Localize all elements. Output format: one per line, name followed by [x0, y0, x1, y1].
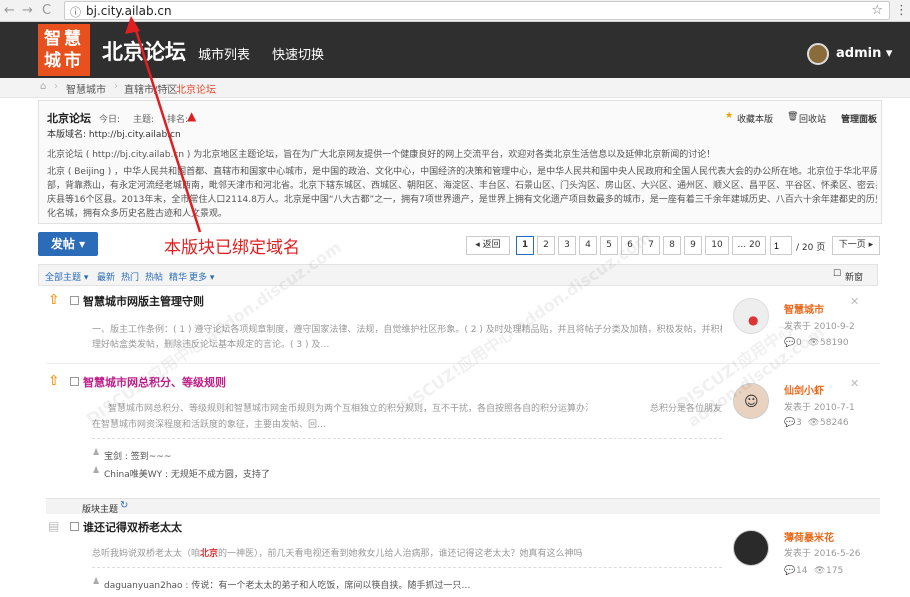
forum-info: 北京论坛 今日: 主题: 排名: ▲ 本版域名: http://bj.city.… — [38, 100, 882, 224]
view-icon: 👁 — [814, 566, 826, 576]
page-input[interactable] — [770, 236, 792, 255]
reload-icon[interactable]: C — [42, 3, 51, 18]
face-icon: ☺ — [744, 394, 759, 410]
nav-quick-switch[interactable]: 快速切换 — [272, 44, 324, 63]
reply-icon: 💬 — [784, 418, 796, 428]
thread-excerpt: 在智慧城市网资深程度和活跃度的象征，主要由发帖、回… — [92, 420, 327, 430]
forum-desc-2a: 北京 ( Beijing ) ，中华人民共和国首都、直辖市和国家中心城市，是中国… — [47, 167, 877, 177]
logo-line-2: 城市 — [44, 51, 84, 71]
forward-icon[interactable]: → — [22, 3, 33, 18]
home-icon[interactable]: ⌂ — [40, 81, 46, 92]
recent-reply[interactable]: daguanyuan2hao : 传说：有一个老太太的弟子和人吃饭，席间以筷自挟… — [104, 578, 470, 591]
thread-icon: ▤ — [48, 519, 60, 533]
refresh-icon[interactable]: ↻ — [120, 500, 128, 511]
browser-toolbar: ← → C ⓘ bj.city.ailab.cn ☆ ⋮ — [0, 0, 910, 22]
url-text[interactable]: bj.city.ailab.cn — [86, 4, 172, 18]
view-count: 58246 — [820, 418, 849, 428]
page-link[interactable]: 9 — [684, 236, 702, 255]
thread-checkbox[interactable] — [70, 296, 79, 305]
author-avatar[interactable] — [733, 530, 769, 566]
close-icon[interactable]: ✕ — [850, 377, 859, 390]
page-link[interactable]: 8 — [663, 236, 681, 255]
user-menu[interactable]: admin ▾ — [836, 46, 892, 61]
filter-hot-posts[interactable]: 热帖 — [145, 270, 163, 283]
username: admin — [836, 46, 882, 61]
site-header: 智慧 城市 北京论坛 城市列表 快速切换 admin ▾ — [0, 22, 910, 78]
breadcrumb: ⌂ › 智慧城市 › 直辖市/特区 › 北京论坛 — [0, 78, 910, 98]
view-icon: 👁 — [808, 418, 820, 428]
thread-checkbox[interactable] — [70, 522, 79, 531]
reply-icon: 💬 — [784, 566, 796, 576]
site-title[interactable]: 北京论坛 — [102, 36, 186, 66]
forum-domain: 本版域名: http://bj.city.ailab.cn — [47, 130, 181, 140]
user-icon: ♟ — [92, 448, 101, 458]
star-icon: ★ — [725, 111, 734, 121]
user-avatar[interactable] — [807, 43, 829, 65]
forum-desc-2c: 庆县等16个区县。2013年末，全市常住人口2114.8万人。北京是中国“八大古… — [47, 195, 877, 205]
thread-checkbox[interactable] — [70, 377, 79, 386]
info-icon[interactable]: ⓘ — [70, 4, 81, 20]
sticky-icon: ⇧ — [48, 373, 60, 389]
breadcrumb-item[interactable]: 智慧城市 — [66, 81, 106, 96]
page-total: / 20 页 — [796, 243, 826, 253]
nav-city-list[interactable]: 城市列表 — [198, 44, 250, 63]
thread-title[interactable]: 智慧城市网版主管理守则 — [83, 293, 204, 309]
page-link[interactable]: 3 — [558, 236, 576, 255]
site-logo[interactable]: 智慧 城市 — [38, 24, 90, 76]
forum-desc-1: 北京论坛 ( http://bj.city.ailab.cn ) 为北京地区主题… — [47, 150, 716, 160]
thread-filter-bar: 全部主题 ▾ 最新 热门 热帖 精华 更多 ▾ ☐ 新窗 — [38, 264, 878, 286]
filter-hot[interactable]: 热门 — [121, 270, 139, 283]
favorite-forum[interactable]: 收藏本版 — [737, 112, 773, 125]
bound-domain-note: 本版块已绑定域名 — [164, 238, 300, 258]
section-header: 版块主题 ↻ — [46, 498, 880, 515]
thread-excerpt: 总听我妈说双桥老太太（咱北京的一神医），前几天看电视还看到她救女儿给人治病那，谁… — [92, 549, 583, 559]
user-icon: ♟ — [92, 466, 101, 476]
view-count: 175 — [826, 566, 844, 576]
page-back[interactable]: ◂ 返回 — [466, 236, 510, 255]
divider — [92, 567, 722, 568]
sticky-icon: ⇧ — [48, 292, 60, 308]
page-link[interactable]: 10 — [705, 236, 729, 255]
admin-panel[interactable]: 管理面板 — [841, 112, 877, 125]
recent-reply[interactable]: China唯美WY : 无规矩不成方圆，支持了 — [104, 467, 270, 480]
reply-count: 14 — [796, 566, 808, 576]
thread-date: 发表于 2016-5-26 — [784, 549, 861, 559]
divider — [92, 438, 722, 439]
user-icon: ♟ — [92, 577, 101, 587]
location-pin-icon: ● — [748, 313, 759, 327]
back-icon[interactable]: ← — [4, 3, 15, 18]
forum-desc-2d: 化名城，拥有众多历史名胜古迹和人文景观。 — [47, 209, 228, 219]
thread-excerpt: 智慧城市网总积分、等级规则和智慧城市网金币规则为两个互相独立的积分规则，互不干扰… — [108, 404, 588, 414]
address-bar[interactable]: ⓘ bj.city.ailab.cn ☆ — [64, 1, 890, 20]
logo-line-1: 智慧 — [44, 29, 84, 49]
filter-all[interactable]: 全部主题 ▾ — [45, 270, 88, 283]
forum-desc-2b: 部，背靠燕山，有永定河流经老城西南，毗邻天津市和河北省。北京下辖东城区、西城区、… — [47, 181, 877, 191]
filter-latest[interactable]: 最新 — [97, 270, 115, 283]
thread-title[interactable]: 谁还记得双桥老太太 — [83, 519, 182, 535]
thread-author[interactable]: 仙剑小虾 — [784, 382, 824, 397]
forum-name: 北京论坛 — [47, 112, 91, 125]
page-link[interactable]: ... 20 — [732, 236, 766, 255]
section-label: 版块主题 — [82, 505, 119, 515]
bookmark-star-icon[interactable]: ☆ — [871, 3, 883, 18]
page-link[interactable]: 2 — [537, 236, 555, 255]
filter-more[interactable]: 更多 ▾ — [189, 270, 214, 283]
browser-menu-icon[interactable]: ⋮ — [895, 3, 908, 18]
thread-date: 发表于 2010-7-1 — [784, 403, 855, 413]
recent-reply[interactable]: 宝剑 : 签到~~~ — [104, 449, 171, 462]
filter-digest[interactable]: 精华 — [169, 270, 187, 283]
page-link[interactable]: 1 — [516, 236, 534, 255]
page-link[interactable]: 4 — [579, 236, 597, 255]
recycle-bin[interactable]: 回收站 — [799, 112, 826, 125]
thread-author[interactable]: 薄荷暴米花 — [784, 529, 834, 544]
reply-count: 3 — [796, 418, 802, 428]
breadcrumb-current: 北京论坛 — [176, 85, 216, 96]
post-button[interactable]: 发帖 ▾ — [38, 232, 98, 256]
rank-up-icon: ▲ — [187, 109, 197, 123]
trash-icon[interactable]: 🗑 — [787, 112, 798, 122]
